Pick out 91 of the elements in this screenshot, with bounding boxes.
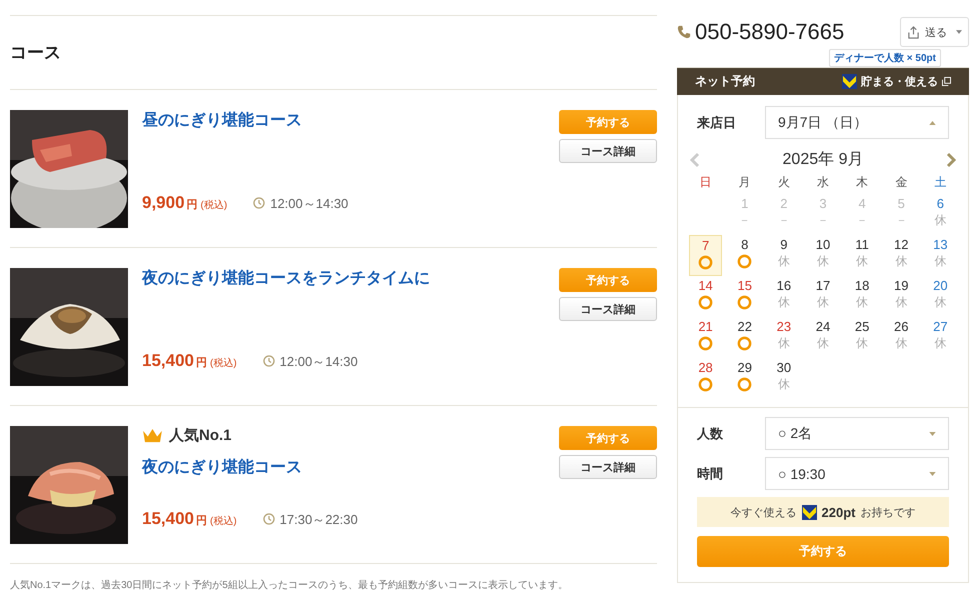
calendar-day[interactable]: 9 休 [767, 235, 800, 276]
field-label: 人数 [697, 424, 724, 442]
ranking-label: 人気No.1 [169, 426, 232, 445]
calendar-day[interactable]: 28 [689, 358, 722, 399]
details-button[interactable]: コース詳細 [559, 139, 657, 163]
available-icon [698, 377, 714, 392]
calendar-day[interactable]: 14 [689, 276, 722, 317]
available-icon [737, 336, 752, 351]
crown-icon [142, 428, 163, 443]
calendar-day[interactable]: 15 [728, 276, 762, 317]
external-link-icon [942, 77, 951, 86]
calendar-day[interactable]: 11 休 [846, 235, 879, 276]
price: 15,400 [142, 351, 194, 371]
price: 9,900 [142, 193, 185, 213]
panel-title: ネット予約 [695, 73, 755, 90]
available-icon [698, 336, 714, 351]
dropdown[interactable]: ○ 19:30 [765, 457, 949, 490]
calendar-day[interactable]: 22 [728, 317, 762, 358]
currency: 円 [186, 198, 198, 212]
weekday-label: 火 [776, 174, 791, 191]
share-icon [907, 26, 920, 38]
calendar-day[interactable]: 21 [689, 317, 722, 358]
date-select[interactable]: 9月7日 （日） [765, 106, 949, 139]
calendar-day[interactable]: 29 [728, 358, 762, 399]
calendar-day[interactable]: 8 [728, 235, 762, 276]
tax-note: (税込) [210, 356, 237, 370]
calendar-day[interactable]: 7 [689, 235, 722, 276]
calendar-day[interactable]: 20 休 [924, 276, 957, 317]
phone-number: 050-5890-7665 [695, 19, 844, 45]
caret-icon [929, 120, 936, 124]
calendar-day[interactable]: 19 休 [884, 276, 918, 317]
calendar-day[interactable]: 13 休 [924, 235, 957, 276]
field-label: 時間 [697, 464, 724, 482]
available-icon [737, 254, 752, 269]
weekday-label: 木 [855, 174, 870, 191]
course-link[interactable]: 昼のにぎり堪能コース [142, 110, 559, 131]
course-link[interactable]: 夜のにぎり堪能コースをランチタイムに [142, 268, 559, 289]
calendar-day[interactable]: 6 休 [924, 194, 957, 235]
points-text: 今すぐ使える [730, 506, 797, 520]
clock-icon [262, 355, 275, 367]
available-icon [737, 295, 752, 310]
currency: 円 [196, 514, 207, 528]
calendar-day[interactable]: 26 休 [884, 317, 918, 358]
caret-icon [929, 432, 936, 436]
v-logo-icon [802, 504, 817, 520]
weekday-label: 金 [894, 174, 908, 191]
dropdown[interactable]: ○ 2名 [765, 417, 949, 450]
clock-icon [262, 513, 275, 525]
field-label: 来店日 [697, 114, 737, 132]
currency: 円 [196, 356, 207, 370]
share-button[interactable]: 送る [900, 17, 969, 47]
previous-icon[interactable] [690, 152, 700, 168]
weekday-label: 月 [738, 174, 752, 191]
next-icon[interactable] [946, 152, 956, 168]
points-link[interactable]: 貯まる・使える [842, 74, 951, 89]
price: 15,400 [142, 509, 194, 529]
clock-icon [253, 197, 266, 209]
month-title: 2025年 9月 [782, 150, 864, 170]
available-icon [737, 377, 752, 392]
details-button[interactable]: コース詳細 [559, 455, 657, 479]
calendar-day[interactable]: 10 休 [806, 235, 840, 276]
calendar-day[interactable]: 18 休 [846, 276, 879, 317]
points-text: お持ちです [860, 506, 916, 520]
weekday-label: 土 [933, 174, 948, 191]
calendar-day[interactable]: 25 休 [846, 317, 879, 358]
calendar-day[interactable]: 24 休 [806, 317, 840, 358]
points-amount: 220pt [822, 504, 856, 520]
course-link[interactable]: 夜のにぎり堪能コース [142, 457, 559, 478]
tax-note: (税込) [200, 198, 228, 212]
available-icon [698, 295, 714, 310]
tooltip: ディナーで人数 × 50pt [829, 49, 941, 67]
calendar-day[interactable]: 27 休 [924, 317, 957, 358]
calendar-day[interactable]: 30 休 [767, 358, 800, 399]
footnote: 人気No.1マークは、過去30日間にネット予約が5組以上入ったコースのうち、最も予約組数が多いコースに表示しています。 [10, 578, 569, 592]
caret-icon [929, 472, 936, 476]
hours: 12:00～14:30 [280, 353, 358, 371]
calendar-day[interactable]: 17 休 [806, 276, 840, 317]
calendar-day[interactable]: 12 休 [884, 235, 918, 276]
available-icon [698, 255, 714, 270]
calendar-day[interactable]: 16 休 [767, 276, 800, 317]
details-button[interactable]: コース詳細 [559, 297, 657, 321]
caret-icon [956, 30, 962, 34]
calendar-day[interactable]: 23 休 [767, 317, 800, 358]
tax-note: (税込) [210, 514, 237, 528]
hours: 12:00～14:30 [270, 195, 348, 213]
section-heading: コース [10, 16, 657, 90]
hours: 17:30～22:30 [280, 511, 358, 529]
weekday-label: 日 [698, 174, 713, 191]
weekday-label: 水 [816, 174, 830, 191]
phone-icon [677, 25, 691, 39]
v-logo-icon [842, 74, 857, 89]
